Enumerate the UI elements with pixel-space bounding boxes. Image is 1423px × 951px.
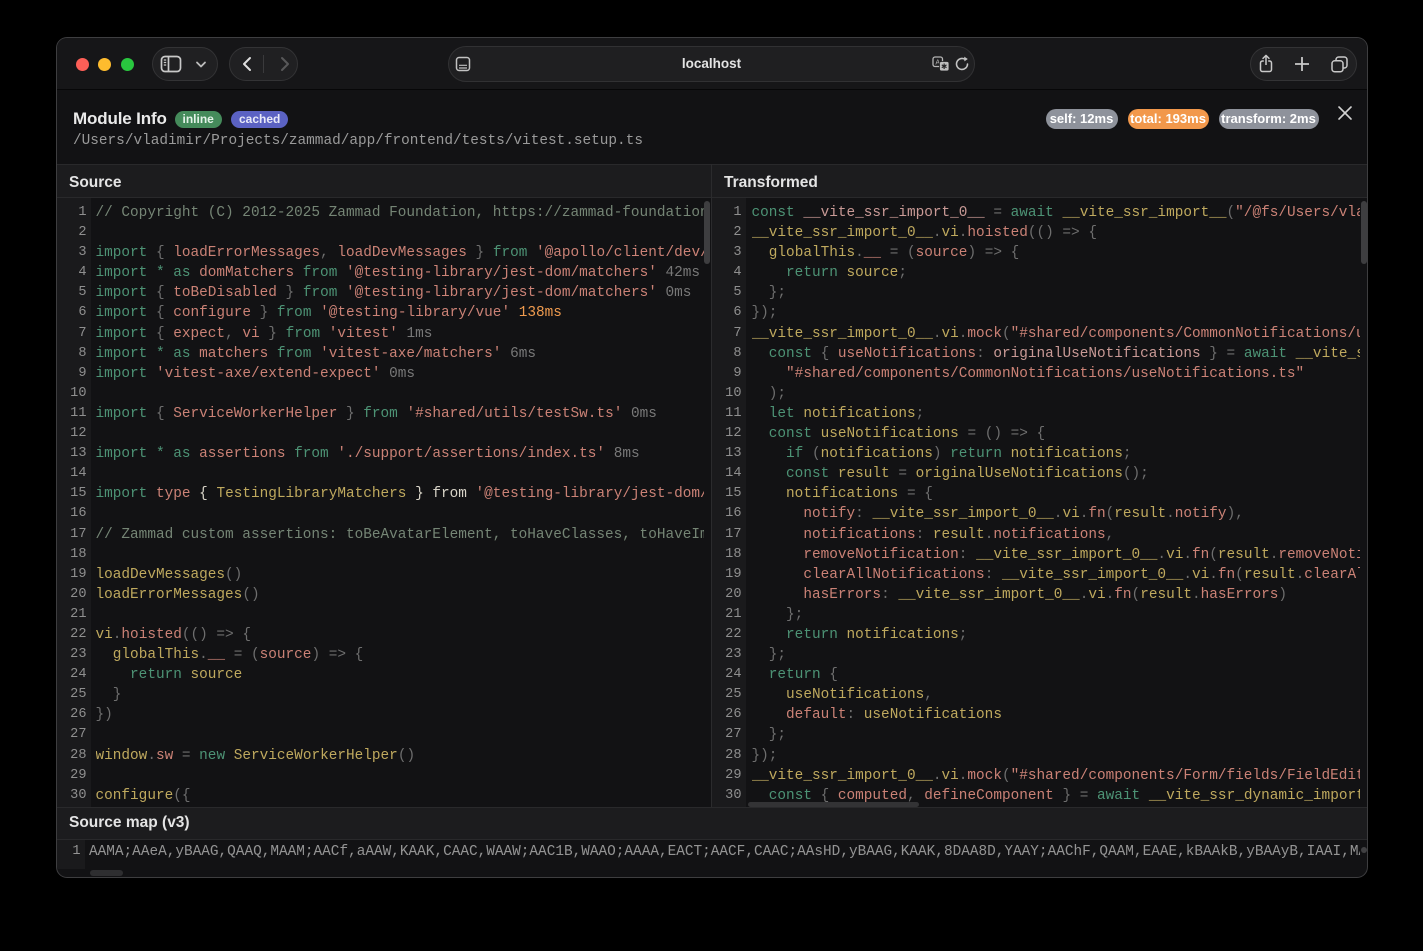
svg-text:✱: ✱ <box>941 62 948 71</box>
